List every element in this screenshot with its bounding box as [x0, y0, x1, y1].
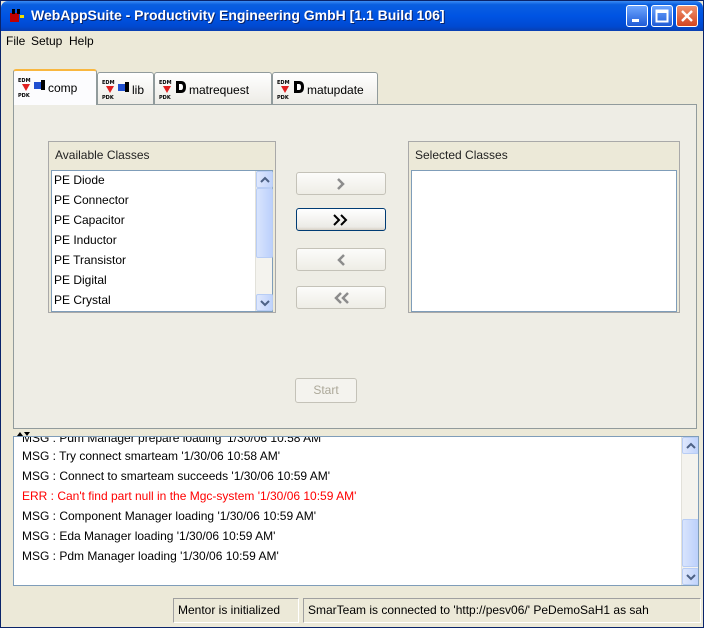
menu-help[interactable]: Help [69, 34, 94, 48]
close-button[interactable] [676, 5, 698, 27]
status-smarteam: SmarTeam is connected to 'http://pesv06/… [303, 598, 701, 623]
svg-text:EDM: EDM [159, 80, 172, 86]
start-button[interactable]: Start [295, 378, 357, 403]
title-bar[interactable]: WebAppSuite - Productivity Engineering G… [1, 1, 703, 31]
application-window: WebAppSuite - Productivity Engineering G… [0, 0, 704, 628]
edm-pdk-icon: EDM PDK [102, 80, 115, 100]
edm-pdk-icon: EDM PDK [159, 80, 172, 100]
log-line: MSG : Component Manager loading '1/30/06… [22, 509, 317, 523]
available-classes-scrollbar[interactable] [255, 171, 273, 311]
list-item[interactable]: PE Digital [54, 273, 107, 287]
selected-classes-title: Selected Classes [415, 148, 508, 162]
chevron-down-icon [686, 574, 696, 581]
available-classes-title: Available Classes [55, 148, 150, 162]
remove-selected-button[interactable] [296, 248, 386, 271]
library-icon [118, 82, 129, 92]
status-bar: Mentor is initialized SmarTeam is connec… [1, 595, 703, 627]
list-item[interactable]: PE Capacitor [54, 213, 125, 227]
minimize-icon [632, 19, 639, 22]
menu-file[interactable]: File [6, 34, 25, 48]
tab-matupdate-label: matupdate [307, 83, 364, 97]
close-icon [681, 10, 693, 22]
selected-classes-list[interactable] [411, 170, 677, 312]
minimize-button[interactable] [626, 5, 648, 27]
add-all-button[interactable] [296, 208, 386, 231]
status-mentor: Mentor is initialized [173, 598, 299, 623]
log-line: MSG : Pdm Manager prepare loading '1/30/… [22, 436, 324, 445]
chevron-up-icon [686, 442, 696, 449]
list-item[interactable]: PE Transistor [54, 253, 126, 267]
list-item[interactable]: PE Connector [54, 193, 129, 207]
chevron-left-icon [337, 254, 345, 266]
svg-text:EDM: EDM [277, 80, 290, 86]
tab-matrequest-label: matrequest [189, 83, 250, 97]
material-icon [176, 81, 186, 93]
double-chevron-left-icon [334, 292, 349, 304]
selected-classes-group: Selected Classes [408, 141, 680, 313]
available-classes-group: Available Classes PE Diode PE Connector … [48, 141, 276, 313]
maximize-icon [655, 9, 669, 23]
component-icon [34, 80, 45, 90]
available-classes-list[interactable]: PE Diode PE Connector PE Capacitor PE In… [51, 170, 273, 312]
svg-text:PDK: PDK [102, 95, 115, 100]
add-selected-button[interactable] [296, 172, 386, 195]
log-line: MSG : Eda Manager loading '1/30/06 10:59… [22, 529, 276, 543]
svg-text:PDK: PDK [277, 95, 290, 100]
log-line: MSG : Pdm Manager loading '1/30/06 10:59… [22, 549, 279, 563]
scroll-down-button[interactable] [682, 568, 698, 585]
app-icon [10, 9, 24, 22]
log-line: MSG : Connect to smarteam succeeds '1/30… [22, 469, 331, 483]
tab-matrequest[interactable]: EDM PDK matrequest [154, 72, 272, 105]
scroll-thumb[interactable] [256, 188, 273, 258]
scroll-up-button[interactable] [682, 437, 698, 454]
edm-pdk-icon: EDM PDK [277, 80, 290, 100]
scroll-up-button[interactable] [256, 171, 273, 188]
remove-all-button[interactable] [296, 286, 386, 309]
chevron-right-icon [337, 178, 345, 190]
material-icon [294, 81, 304, 93]
svg-text:PDK: PDK [159, 95, 172, 100]
window-title: WebAppSuite - Productivity Engineering G… [31, 7, 445, 23]
tab-lib[interactable]: EDM PDK lib [97, 72, 154, 105]
svg-text:EDM: EDM [102, 80, 115, 86]
double-chevron-right-icon [333, 214, 348, 226]
tab-lib-label: lib [132, 83, 145, 97]
list-item[interactable]: PE Crystal [54, 293, 111, 307]
menu-setup[interactable]: Setup [31, 34, 62, 48]
list-item[interactable]: PE Inductor [54, 233, 117, 247]
log-line: MSG : Try connect smarteam '1/30/06 10:5… [22, 449, 281, 463]
log-line-error: ERR : Can't find part null in the Mgc-sy… [22, 489, 357, 503]
chevron-up-icon [260, 176, 270, 183]
svg-text:PDK: PDK [18, 93, 31, 98]
tab-comp[interactable]: EDM PDK comp [13, 69, 97, 105]
maximize-button[interactable] [651, 5, 673, 27]
menu-bar: File Setup Help [1, 31, 703, 51]
message-log[interactable]: MSG : Pdm Manager prepare loading '1/30/… [13, 436, 699, 586]
tab-matupdate[interactable]: EDM PDK matupdate [272, 72, 378, 105]
svg-text:EDM: EDM [18, 78, 31, 84]
scroll-thumb[interactable] [682, 519, 698, 567]
list-item[interactable]: PE Diode [54, 173, 105, 187]
tab-panel: Available Classes PE Diode PE Connector … [13, 104, 697, 429]
scroll-down-button[interactable] [256, 294, 273, 311]
log-scrollbar[interactable] [681, 437, 698, 585]
edm-pdk-icon: EDM PDK [18, 78, 31, 98]
tab-comp-label: comp [48, 81, 78, 95]
chevron-down-icon [260, 300, 270, 307]
